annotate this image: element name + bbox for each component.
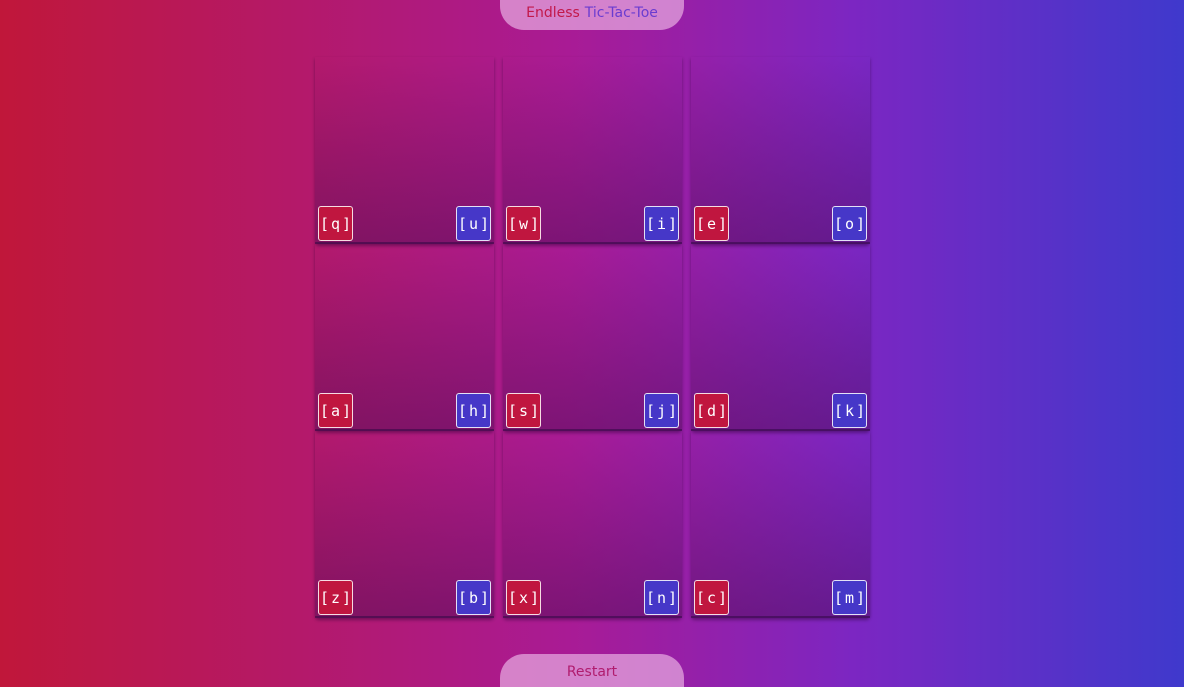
player1-key-label[interactable]: [c] (694, 580, 729, 615)
player1-key-label[interactable]: [s] (506, 393, 541, 428)
board-cell-5[interactable]: [s] [j] (503, 244, 682, 431)
player2-key-label[interactable]: [i] (644, 206, 679, 241)
player1-key-label[interactable]: [d] (694, 393, 729, 428)
game-board: [q] [u] [w] [i] [e] [o] [a] [h] [s] [j] … (315, 57, 870, 619)
player1-key-label[interactable]: [a] (318, 393, 353, 428)
board-cell-6[interactable]: [d] [k] (691, 244, 870, 431)
player2-key-label[interactable]: [n] (644, 580, 679, 615)
game-title: Endless Tic-Tac-Toe (500, 0, 684, 30)
player1-key-label[interactable]: [x] (506, 580, 541, 615)
player1-key-label[interactable]: [z] (318, 580, 353, 615)
player2-key-label[interactable]: [o] (832, 206, 867, 241)
player2-key-label[interactable]: [m] (832, 580, 867, 615)
player2-key-label[interactable]: [j] (644, 393, 679, 428)
board-cell-2[interactable]: [w] [i] (503, 57, 682, 244)
player2-key-label[interactable]: [k] (832, 393, 867, 428)
game-title-part2: Tic-Tac-Toe (584, 5, 658, 21)
player1-key-label[interactable]: [q] (318, 206, 353, 241)
player2-key-label[interactable]: [u] (456, 206, 491, 241)
board-cell-8[interactable]: [x] [n] (503, 431, 682, 618)
board-cell-4[interactable]: [a] [h] (315, 244, 494, 431)
game-title-part1: Endless (526, 5, 580, 21)
board-cell-7[interactable]: [z] [b] (315, 431, 494, 618)
board-cell-9[interactable]: [c] [m] (691, 431, 870, 618)
player1-key-label[interactable]: [e] (694, 206, 729, 241)
board-cell-3[interactable]: [e] [o] (691, 57, 870, 244)
restart-button[interactable]: Restart (500, 654, 684, 687)
player2-key-label[interactable]: [h] (456, 393, 491, 428)
player1-key-label[interactable]: [w] (506, 206, 541, 241)
board-cell-1[interactable]: [q] [u] (315, 57, 494, 244)
player2-key-label[interactable]: [b] (456, 580, 491, 615)
